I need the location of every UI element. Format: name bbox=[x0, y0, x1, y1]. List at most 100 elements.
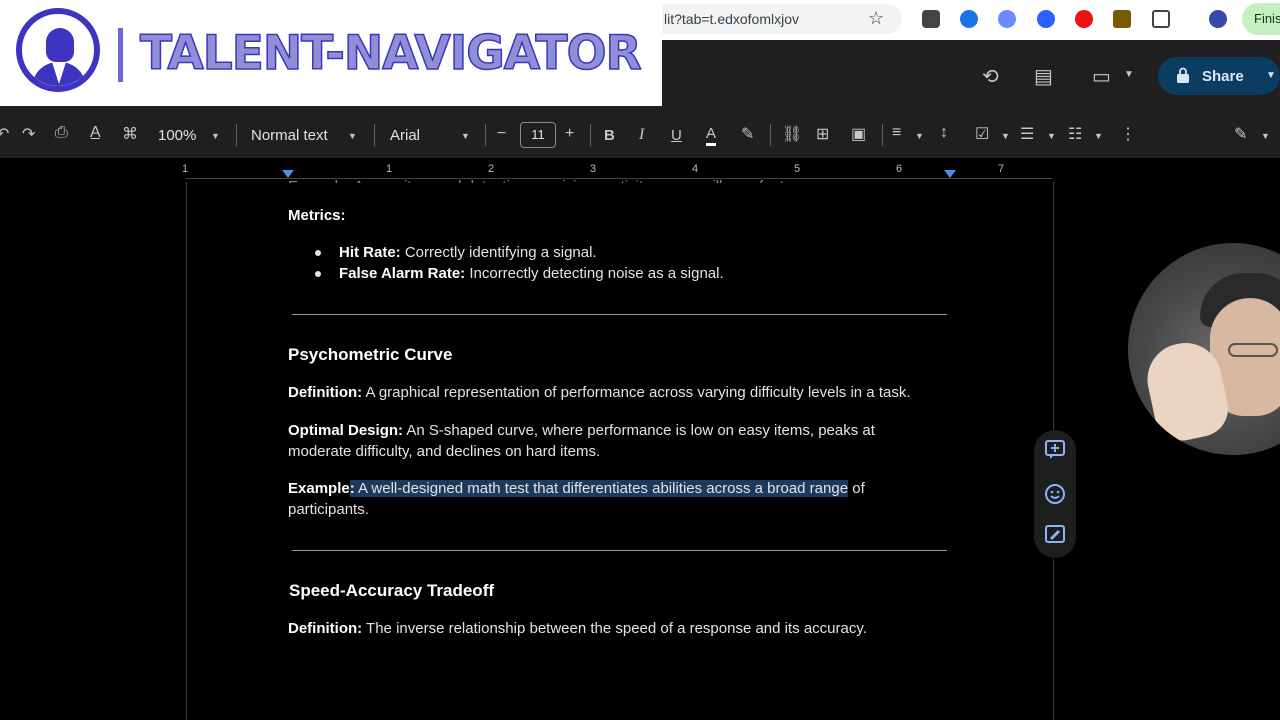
list-item-text: Correctly identifying a signal. bbox=[400, 244, 597, 261]
underline-button[interactable]: U bbox=[671, 127, 682, 144]
bullet-dot bbox=[315, 250, 321, 256]
extensions-puzzle-icon[interactable] bbox=[1152, 10, 1170, 28]
zoom-chevron-icon[interactable]: ▼ bbox=[211, 131, 220, 141]
ruler-number: 1 bbox=[182, 163, 189, 175]
definition-paragraph: Definition: The inverse relationship bet… bbox=[288, 620, 867, 637]
editing-mode-pencil-icon[interactable]: ✎ bbox=[1234, 124, 1247, 144]
logo-wordmark: TALENT-NAVIGATOR bbox=[139, 25, 642, 82]
extension-notes-icon[interactable] bbox=[1113, 10, 1131, 28]
bold-button[interactable]: B bbox=[604, 127, 615, 144]
bulleted-list-icon[interactable]: ☰ bbox=[1020, 124, 1034, 144]
line-spacing-icon[interactable]: ↕ bbox=[940, 124, 948, 142]
checklist-chevron-icon[interactable]: ▼ bbox=[1001, 131, 1010, 141]
example-label: Example bbox=[288, 480, 350, 497]
right-indent-marker[interactable] bbox=[944, 170, 956, 178]
font-family-select[interactable]: Arial bbox=[390, 127, 420, 144]
undo-icon[interactable]: ↶ bbox=[0, 124, 9, 144]
extension-opera-icon[interactable] bbox=[1075, 10, 1093, 28]
insert-link-icon[interactable]: ⛓ bbox=[782, 124, 802, 144]
bulleted-list-chevron-icon[interactable]: ▼ bbox=[1047, 131, 1056, 141]
page-left-edge bbox=[186, 182, 187, 720]
horizontal-rule bbox=[292, 314, 947, 315]
definition-label: Definition: bbox=[288, 620, 363, 637]
definition-text: A graphical representation of performanc… bbox=[362, 384, 911, 401]
add-comment-toolbar-icon[interactable]: ⊞ bbox=[816, 124, 829, 144]
toolbar-divider bbox=[882, 124, 883, 146]
redo-icon[interactable]: ↷ bbox=[22, 124, 35, 144]
list-item-text: Incorrectly detecting noise as a signal. bbox=[465, 265, 724, 282]
bookmark-star-icon[interactable]: ☆ bbox=[868, 8, 884, 29]
example-continuation: participants. bbox=[288, 501, 369, 518]
address-bar-url[interactable]: lit?tab=t.edxofomlxjov bbox=[664, 11, 799, 27]
align-left-icon[interactable]: ≡ bbox=[892, 124, 901, 142]
suggest-edit-icon[interactable] bbox=[1044, 524, 1066, 546]
increase-font-size-button[interactable]: + bbox=[565, 125, 574, 143]
editing-mode-chevron-icon[interactable]: ▼ bbox=[1261, 131, 1270, 141]
example-text-rest: of bbox=[848, 480, 865, 497]
more-options-icon[interactable]: ⋮ bbox=[1120, 124, 1136, 144]
extension-spy-icon[interactable] bbox=[922, 10, 940, 28]
optimal-design-label: Optimal Design: bbox=[288, 422, 404, 439]
section-heading-psychometric-curve: Psychometric Curve bbox=[288, 345, 453, 364]
version-history-icon[interactable]: ⟲ bbox=[982, 64, 999, 89]
optimal-design-paragraph: Optimal Design: An S-shaped curve, where… bbox=[288, 422, 875, 439]
optimal-design-text: An S-shaped curve, where performance is … bbox=[403, 422, 875, 439]
list-item-term: False Alarm Rate: bbox=[339, 265, 466, 282]
text-color-button[interactable]: A bbox=[706, 125, 717, 146]
ruler-number: 7 bbox=[998, 163, 1005, 175]
optimal-design-continuation: moderate difficulty, and declines on har… bbox=[288, 443, 601, 460]
example-colon: : bbox=[349, 480, 355, 497]
share-button-label[interactable]: Share bbox=[1202, 68, 1244, 85]
share-dropdown-chevron-icon[interactable]: ▼ bbox=[1266, 70, 1276, 81]
bullet-dot bbox=[315, 271, 321, 277]
style-chevron-icon[interactable]: ▼ bbox=[348, 131, 357, 141]
insert-image-icon[interactable]: ▣ bbox=[851, 124, 866, 144]
emoji-reaction-icon[interactable] bbox=[1044, 483, 1066, 505]
extension-blue-dot-icon[interactable] bbox=[1037, 10, 1055, 28]
definition-text: The inverse relationship between the spe… bbox=[362, 620, 867, 637]
selected-text[interactable]: A well-designed math test that different… bbox=[354, 480, 849, 497]
list-item: Hit Rate: Correctly identifying a signal… bbox=[339, 244, 597, 261]
font-size-input[interactable]: 11 bbox=[520, 122, 556, 148]
list-item: False Alarm Rate: Incorrectly detecting … bbox=[339, 265, 724, 282]
align-chevron-icon[interactable]: ▼ bbox=[915, 131, 924, 141]
logo-divider bbox=[118, 28, 123, 82]
webcam-overlay bbox=[1128, 243, 1280, 455]
horizontal-rule bbox=[292, 550, 947, 551]
toolbar-divider bbox=[590, 124, 591, 146]
add-comment-icon[interactable] bbox=[1044, 439, 1066, 461]
profile-avatar-icon[interactable] bbox=[1209, 10, 1227, 28]
section-heading-speed-accuracy: Speed-Accuracy Tradeoff bbox=[289, 581, 495, 600]
checklist-icon[interactable]: ☑ bbox=[975, 124, 989, 144]
highlight-color-icon[interactable]: ✎ bbox=[741, 124, 754, 144]
toolbar-divider bbox=[374, 124, 375, 146]
example-paragraph: Example: A well-designed math test that … bbox=[288, 480, 865, 497]
list-item-term: Hit Rate: bbox=[339, 244, 401, 261]
toolbar-divider bbox=[770, 124, 771, 146]
comments-icon[interactable]: ▤ bbox=[1034, 64, 1053, 89]
toolbar-divider bbox=[236, 124, 237, 146]
definition-label: Definition: bbox=[288, 384, 363, 401]
font-chevron-icon[interactable]: ▼ bbox=[461, 131, 470, 141]
cutoff-example-line: Example: A security guard detecting susp… bbox=[288, 171, 813, 183]
print-icon[interactable]: ⎙ bbox=[55, 124, 68, 142]
meet-video-icon[interactable]: ▭ bbox=[1092, 64, 1111, 89]
extension-gear-icon[interactable] bbox=[998, 10, 1016, 28]
numbered-list-chevron-icon[interactable]: ▼ bbox=[1094, 131, 1103, 141]
paragraph-style-select[interactable]: Normal text bbox=[251, 127, 328, 144]
toolbar-divider bbox=[485, 124, 486, 146]
zoom-select[interactable]: 100% bbox=[158, 127, 196, 144]
extension-search-icon[interactable] bbox=[960, 10, 978, 28]
definition-paragraph: Definition: A graphical representation o… bbox=[288, 384, 911, 401]
ruler-number: 6 bbox=[896, 163, 903, 175]
meet-dropdown-chevron-icon[interactable]: ▼ bbox=[1124, 69, 1134, 80]
italic-button[interactable]: I bbox=[639, 126, 644, 144]
finish-update-label[interactable]: Finis bbox=[1254, 11, 1280, 26]
paint-format-icon[interactable]: ⌘ bbox=[122, 124, 138, 144]
numbered-list-icon[interactable]: ☷ bbox=[1068, 124, 1082, 144]
spellcheck-icon[interactable]: A̲ bbox=[90, 124, 101, 142]
talent-navigator-logo-icon bbox=[16, 8, 100, 92]
lock-icon bbox=[1177, 67, 1189, 83]
metrics-label: Metrics: bbox=[288, 207, 346, 224]
decrease-font-size-button[interactable]: − bbox=[497, 125, 506, 143]
